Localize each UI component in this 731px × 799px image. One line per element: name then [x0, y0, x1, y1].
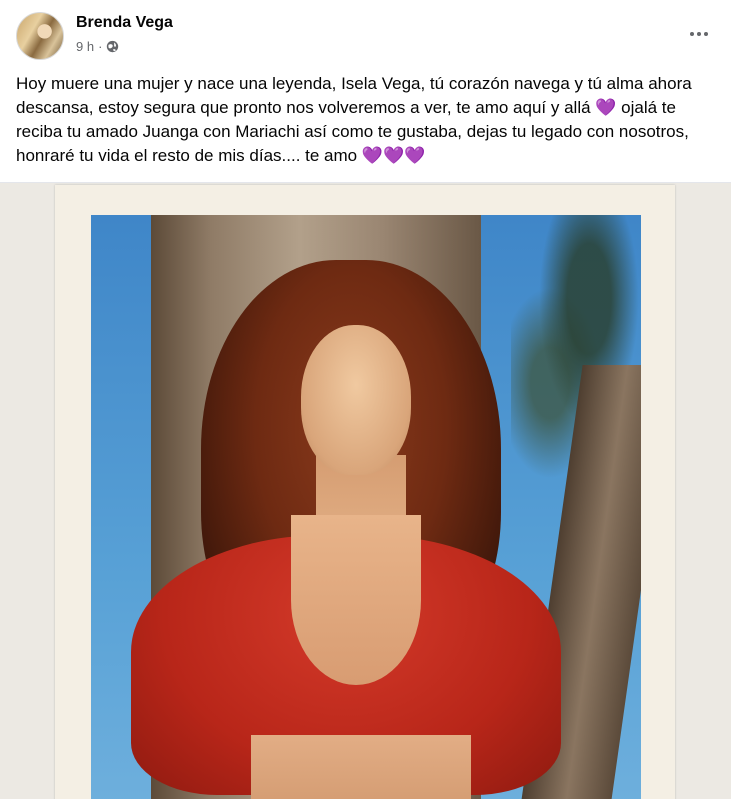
post-meta: 9 h · [76, 39, 119, 54]
avatar[interactable] [16, 12, 64, 60]
post-photo[interactable] [0, 183, 731, 799]
author-name[interactable]: Brenda Vega [76, 14, 173, 32]
post-time[interactable]: 9 h [76, 39, 94, 54]
meta-separator: · [98, 39, 103, 54]
more-options-icon [690, 32, 694, 36]
post-text: Hoy muere una mujer y nace una leyenda, … [16, 74, 697, 165]
post-header: Brenda Vega 9 h · [16, 12, 715, 64]
post-card: Brenda Vega 9 h · Hoy muere una mujer y … [0, 0, 731, 799]
globe-icon[interactable] [106, 40, 119, 53]
portrait-image [91, 215, 641, 799]
photo-card [55, 185, 675, 799]
more-options-button[interactable] [685, 22, 713, 46]
